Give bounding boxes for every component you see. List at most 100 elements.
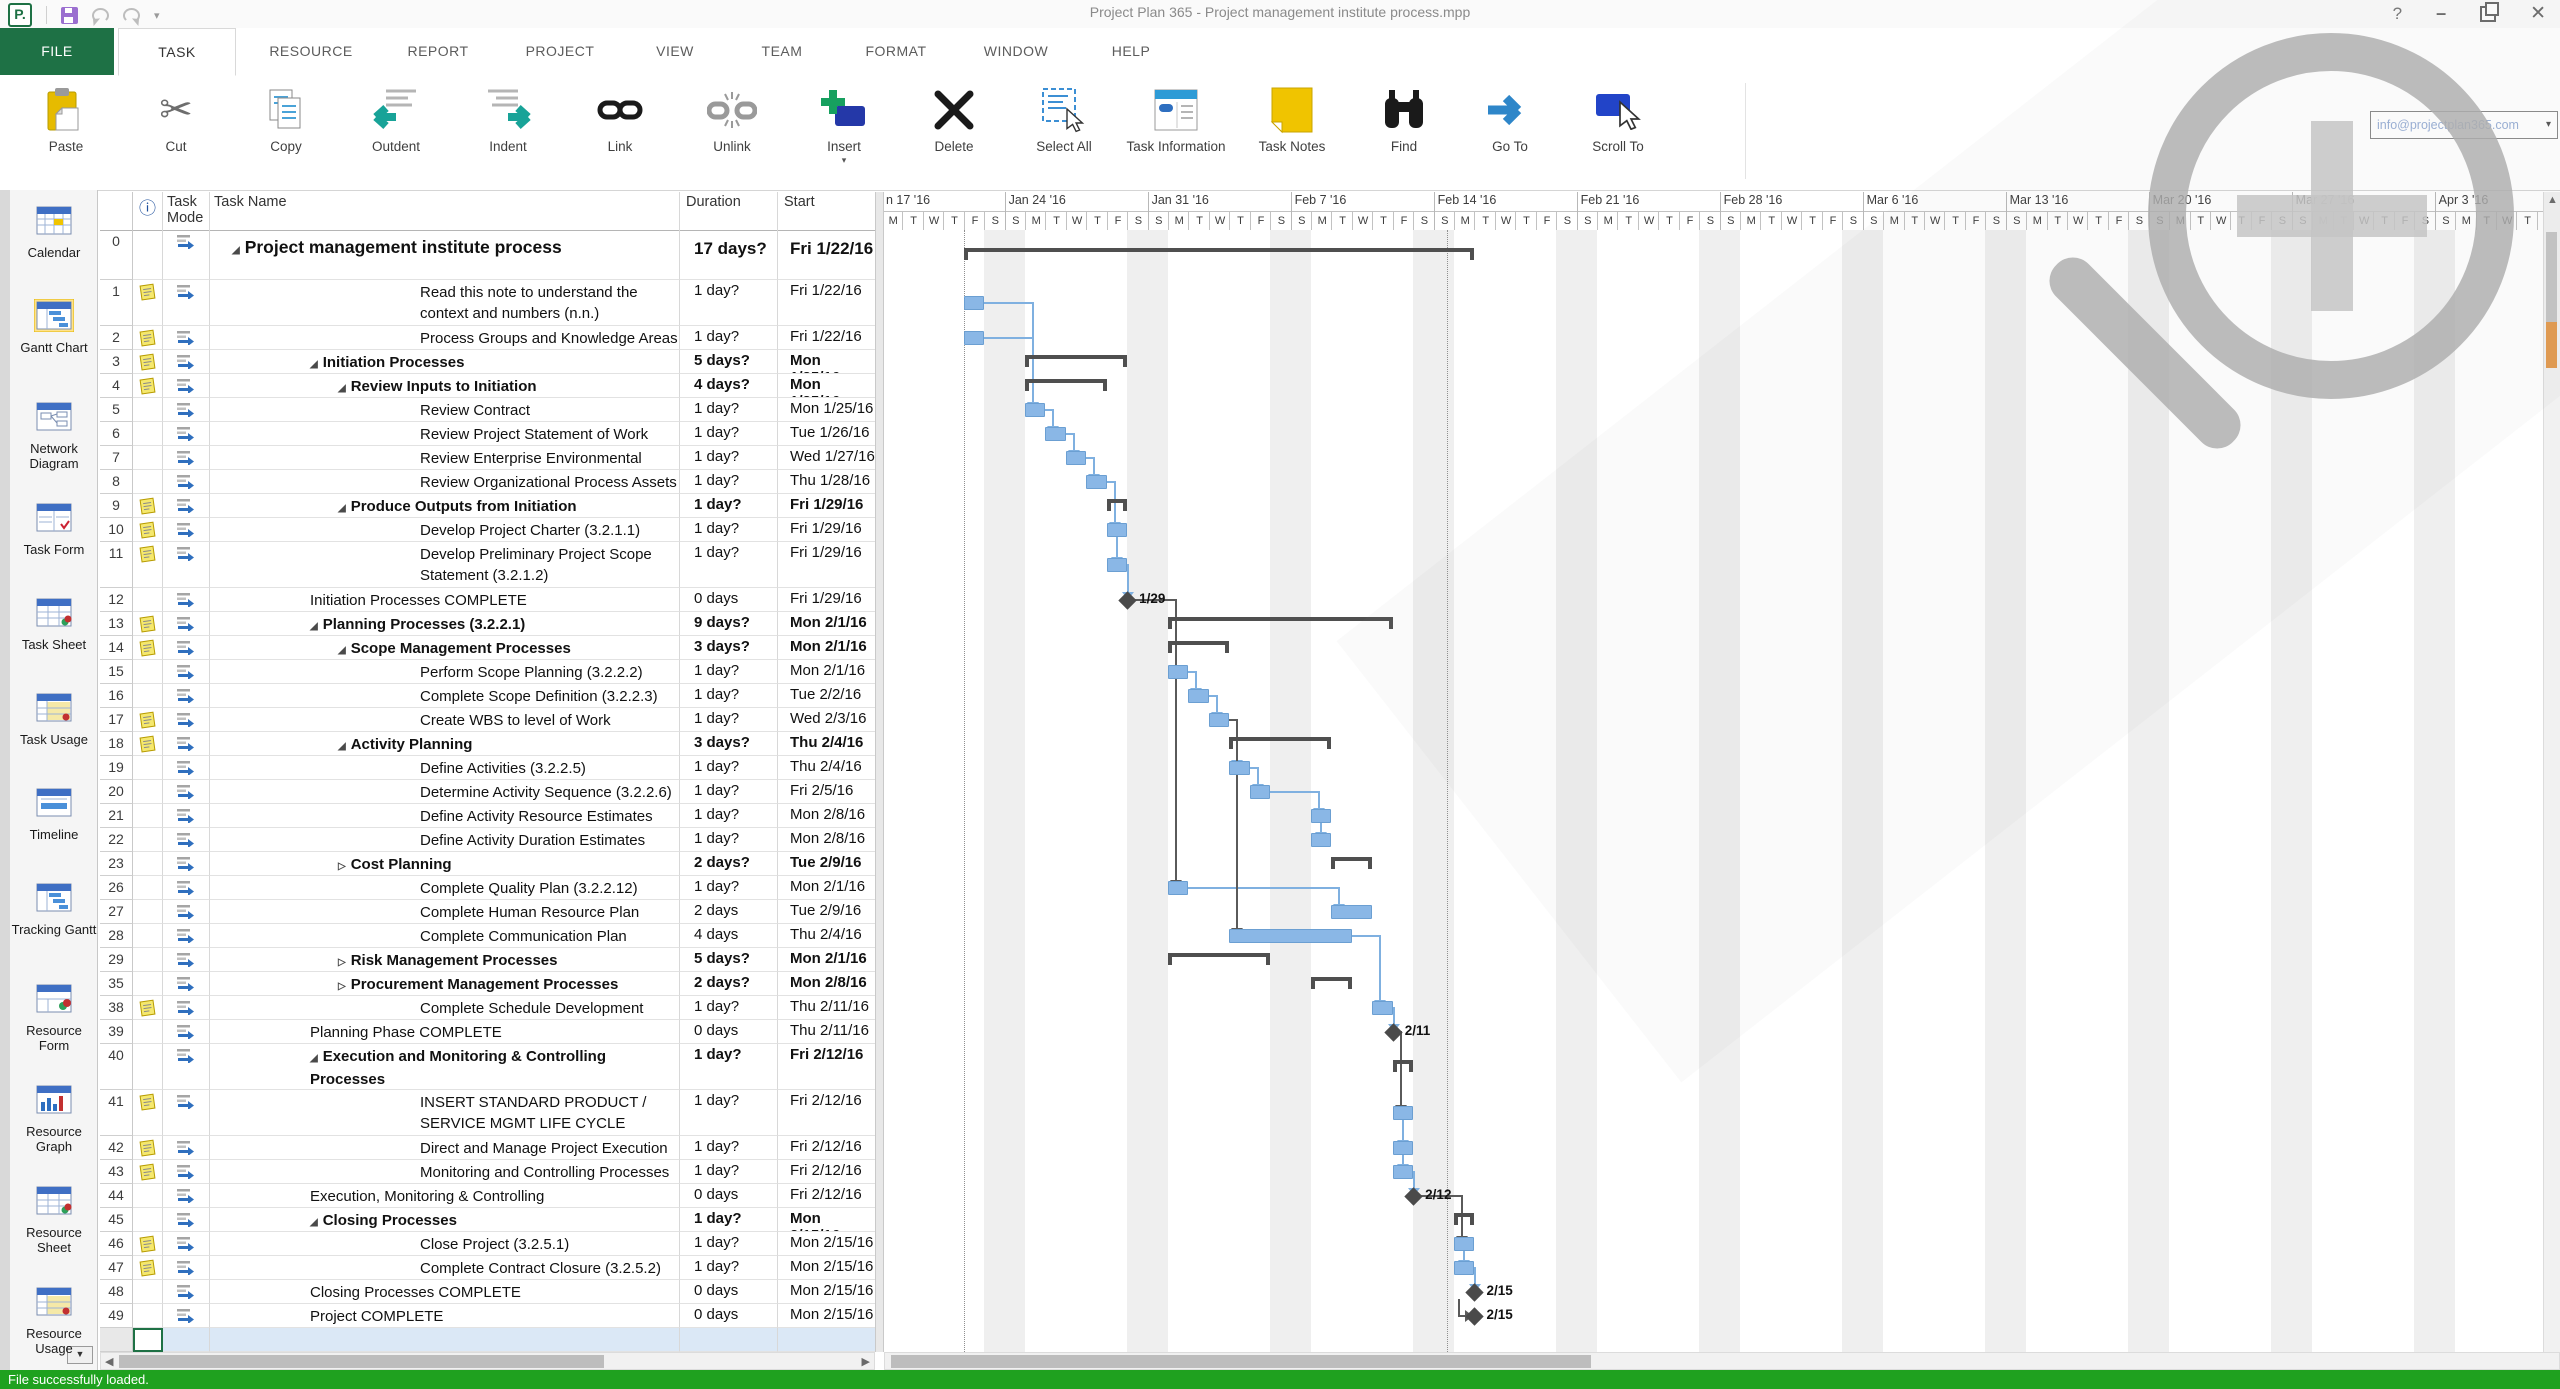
paste-button[interactable]: Paste xyxy=(14,81,118,185)
table-row[interactable]: 44Execution, Monitoring & Controlling0 d… xyxy=(100,1184,875,1208)
table-row[interactable]: 15Perform Scope Planning (3.2.2.2)1 day?… xyxy=(100,660,875,684)
gantt-bar[interactable] xyxy=(1454,1237,1474,1251)
table-horizontal-scrollbar[interactable]: ◀ ▶ xyxy=(100,1352,875,1370)
gantt-summary-bar[interactable] xyxy=(1107,499,1127,511)
gantt-bar[interactable] xyxy=(1229,929,1352,943)
tab-report[interactable]: REPORT xyxy=(388,28,488,74)
table-row[interactable]: 35▷Procurement Management Processes2 day… xyxy=(100,972,875,996)
account-dropdown[interactable]: info@projectplan365.com▾ xyxy=(2370,111,2558,139)
table-row[interactable]: 23▷Cost Planning2 days?Tue 2/9/16 xyxy=(100,852,875,876)
table-row[interactable]: 1Read this note to understand the contex… xyxy=(100,280,875,326)
expand-icon[interactable]: ▷ xyxy=(338,957,346,968)
gantt-summary-bar[interactable] xyxy=(1025,379,1107,391)
collapse-icon[interactable]: ◢ xyxy=(310,1217,318,1228)
gantt-bar[interactable] xyxy=(1086,475,1106,489)
sidebar-item-resource-form[interactable]: Resource Form xyxy=(10,982,98,1053)
gantt-bar[interactable] xyxy=(1188,689,1208,703)
table-row[interactable]: 29▷Risk Management Processes5 days?Mon 2… xyxy=(100,948,875,972)
sidebar-item-tracking-gantt[interactable]: Tracking Gantt xyxy=(10,881,98,937)
gantt-bar[interactable] xyxy=(1311,809,1331,823)
expand-icon[interactable]: ▷ xyxy=(338,861,346,872)
collapse-icon[interactable]: ◢ xyxy=(338,741,346,752)
gantt-bar[interactable] xyxy=(1393,1141,1413,1155)
gantt-summary-bar[interactable] xyxy=(964,248,1475,260)
collapse-icon[interactable]: ◢ xyxy=(338,645,346,656)
table-row[interactable]: 39Planning Phase COMPLETE0 daysThu 2/11/… xyxy=(100,1020,875,1044)
select-all-button[interactable]: Select All xyxy=(1012,81,1116,185)
table-row[interactable]: 42Direct and Manage Project Execution1 d… xyxy=(100,1136,875,1160)
gantt-bar[interactable] xyxy=(1209,713,1229,727)
sidebar-item-task-form[interactable]: Task Form xyxy=(10,501,98,557)
table-row[interactable]: 13◢Planning Processes (3.2.2.1)9 days?Mo… xyxy=(100,612,875,636)
gantt-bar[interactable] xyxy=(964,296,984,310)
table-row[interactable] xyxy=(100,1328,875,1352)
tab-format[interactable]: FORMAT xyxy=(846,28,946,74)
indent-button[interactable]: Indent xyxy=(456,81,560,185)
gantt-bar[interactable] xyxy=(1454,1261,1474,1275)
sidebar-item-timeline[interactable]: Timeline xyxy=(10,786,98,842)
tab-file[interactable]: FILE xyxy=(0,28,114,75)
collapse-icon[interactable]: ◢ xyxy=(310,1053,318,1064)
table-row[interactable]: 19Define Activities (3.2.2.5)1 day?Thu 2… xyxy=(100,756,875,780)
table-row[interactable]: 48Closing Processes COMPLETE0 daysMon 2/… xyxy=(100,1280,875,1304)
scroll-left-icon[interactable]: ◀ xyxy=(105,1354,113,1370)
tab-view[interactable]: VIEW xyxy=(632,28,718,74)
table-row[interactable]: 26Complete Quality Plan (3.2.2.12)1 day?… xyxy=(100,876,875,900)
scroll-to-button[interactable]: Scroll To xyxy=(1566,81,1670,185)
table-row[interactable]: 10Develop Project Charter (3.2.1.1)1 day… xyxy=(100,518,875,542)
gantt-summary-bar[interactable] xyxy=(1393,1060,1413,1072)
table-row[interactable]: 8Review Organizational Process Assets1 d… xyxy=(100,470,875,494)
gantt-summary-bar[interactable] xyxy=(1331,857,1372,869)
sidebar-item-resource-graph[interactable]: Resource Graph xyxy=(10,1083,98,1154)
table-row[interactable]: 4◢Review Inputs to Initiation4 days?Mon … xyxy=(100,374,875,398)
table-row[interactable]: 40◢Execution and Monitoring & Controllin… xyxy=(100,1044,875,1090)
gantt-summary-bar[interactable] xyxy=(1025,355,1127,367)
gantt-bar[interactable] xyxy=(1229,761,1249,775)
sidebar-item-task-sheet[interactable]: Task Sheet xyxy=(10,596,98,652)
gantt-summary-bar[interactable] xyxy=(1168,953,1270,965)
table-row[interactable]: 49Project COMPLETE0 daysMon 2/15/16 xyxy=(100,1304,875,1328)
task-notes-button[interactable]: Task Notes xyxy=(1240,81,1344,185)
table-row[interactable]: 0◢Project management institute process17… xyxy=(100,230,875,280)
table-row[interactable]: 9◢Produce Outputs from Initiation1 day?F… xyxy=(100,494,875,518)
sidebar-item-resource-usage[interactable]: Resource Usage xyxy=(10,1285,98,1356)
tab-resource[interactable]: RESOURCE xyxy=(252,28,370,74)
sidebar-item-task-usage[interactable]: Task Usage xyxy=(10,691,98,747)
tab-task[interactable]: TASK xyxy=(118,28,236,76)
gantt-bar[interactable] xyxy=(1372,1001,1392,1015)
table-row[interactable]: 7Review Enterprise Environmental1 day?We… xyxy=(100,446,875,470)
table-row[interactable]: 16Complete Scope Definition (3.2.2.3)1 d… xyxy=(100,684,875,708)
table-row[interactable]: 45◢Closing Processes1 day?Mon 2/15/16 xyxy=(100,1208,875,1232)
gantt-bar[interactable] xyxy=(1025,403,1045,417)
gantt-bar[interactable] xyxy=(1107,558,1127,572)
gantt-bar[interactable] xyxy=(1331,905,1372,919)
cut-button[interactable]: ✂Cut xyxy=(124,81,228,185)
collapse-icon[interactable]: ◢ xyxy=(310,621,318,632)
restore-button[interactable] xyxy=(2480,6,2496,22)
gantt-summary-bar[interactable] xyxy=(1168,641,1229,653)
collapse-icon[interactable]: ◢ xyxy=(338,383,346,394)
gantt-bar[interactable] xyxy=(1168,665,1188,679)
link-button[interactable]: Link xyxy=(568,81,672,185)
table-row[interactable]: 20Determine Activity Sequence (3.2.2.6)1… xyxy=(100,780,875,804)
table-gantt-splitter[interactable] xyxy=(875,192,884,1352)
help-button[interactable]: ? xyxy=(2393,4,2402,24)
sidebar-item-gantt-chart[interactable]: Gantt Chart xyxy=(10,299,98,355)
tab-help[interactable]: HELP xyxy=(1086,28,1176,74)
gantt-chart-area[interactable]: 1/292/112/122/152/15 xyxy=(884,230,2544,1352)
task-information-button[interactable]: Task Information xyxy=(1124,81,1228,185)
gantt-vertical-scrollbar[interactable]: ▲ xyxy=(2543,192,2560,1352)
gantt-summary-bar[interactable] xyxy=(1168,617,1393,629)
table-row[interactable]: 5Review Contract1 day?Mon 1/25/16 xyxy=(100,398,875,422)
copy-button[interactable]: Copy xyxy=(234,81,338,185)
table-row[interactable]: 11Develop Preliminary Project Scope Stat… xyxy=(100,542,875,588)
gantt-summary-bar[interactable] xyxy=(1311,977,1352,989)
gantt-bar[interactable] xyxy=(1393,1165,1413,1179)
expand-icon[interactable]: ▷ xyxy=(338,981,346,992)
table-row[interactable]: 47Complete Contract Closure (3.2.5.2)1 d… xyxy=(100,1256,875,1280)
insert-button[interactable]: Insert▾ xyxy=(792,81,896,185)
table-row[interactable]: 3◢Initiation Processes5 days?Mon 1/25/16 xyxy=(100,350,875,374)
sidebar-item-resource-sheet[interactable]: Resource Sheet xyxy=(10,1184,98,1255)
go-to-button[interactable]: Go To xyxy=(1458,81,1562,185)
table-row[interactable]: 38Complete Schedule Development1 day?Thu… xyxy=(100,996,875,1020)
